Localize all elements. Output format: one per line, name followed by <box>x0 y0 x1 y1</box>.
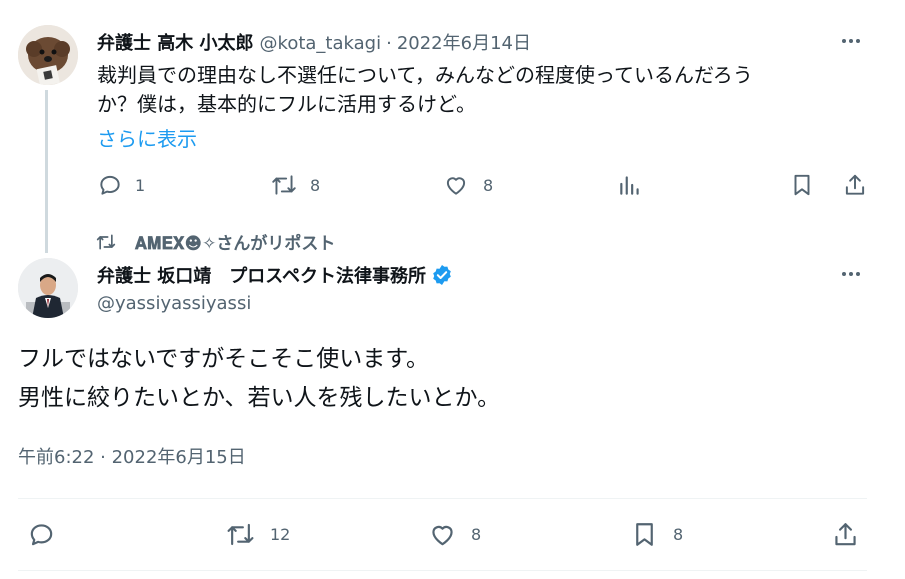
repost-banner-text[interactable]: 𝐀𝐌𝐄𝐗☻✧さんがリポスト <box>135 229 335 254</box>
repost-count: 12 <box>270 525 291 544</box>
like-icon <box>443 172 469 198</box>
share-button-1[interactable] <box>842 172 868 198</box>
tweet-timestamp[interactable]: 午前6:22 · 2022年6月15日 <box>18 443 246 469</box>
more-options-button-2[interactable] <box>842 272 860 276</box>
tweet-1-header: 弁護士 高木 小太郎 @kota_takagi · 2022年6月14日 <box>97 29 531 55</box>
tweet-1-text: 裁判員での理由なし不選任について，みんなどの程度使っているんだろう か？僕は，基… <box>97 61 753 119</box>
separator-dot: · <box>386 33 392 54</box>
more-icon-dot <box>849 39 853 43</box>
tweet-2-text: フルではないですがそこそこ使います。 男性に絞りたいとか、若い人を残したいとか。 <box>18 340 500 418</box>
like-button-1[interactable]: 8 <box>443 172 493 198</box>
avatar-kota-takagi[interactable] <box>18 25 78 85</box>
like-icon <box>428 520 457 549</box>
bookmark-icon <box>630 520 659 549</box>
more-options-button-1[interactable] <box>842 39 860 43</box>
bookmark-count: 8 <box>673 525 684 544</box>
like-count: 8 <box>483 175 494 195</box>
reply-icon <box>97 172 123 198</box>
author-handle[interactable]: @kota_takagi <box>260 33 382 54</box>
share-icon <box>842 172 868 198</box>
tweet-date[interactable]: 2022年6月14日 <box>397 29 531 55</box>
author-handle[interactable]: @yassiyassiyassi <box>97 293 251 314</box>
reply-icon <box>27 520 56 549</box>
repost-icon <box>270 172 298 198</box>
tweet-text-line: フルではないですがそこそこ使います。 <box>18 346 430 372</box>
tweet-2-header: 弁護士 坂口靖 プロスペクト法律事務所 <box>97 262 453 288</box>
bookmark-button-1[interactable] <box>789 172 815 198</box>
share-icon <box>831 520 860 549</box>
divider-top <box>18 498 867 499</box>
repost-count: 8 <box>310 175 321 195</box>
more-icon-dot <box>849 272 853 276</box>
show-more-link[interactable]: さらに表示 <box>97 123 197 152</box>
dog-avatar-image <box>18 25 78 85</box>
repost-banner: 𝐀𝐌𝐄𝐗☻✧さんがリポスト <box>95 229 335 254</box>
author-name[interactable]: 弁護士 高木 小太郎 <box>97 29 254 55</box>
repost-button-1[interactable]: 8 <box>270 172 320 198</box>
lawyer-avatar-image <box>18 258 78 318</box>
views-button-1[interactable] <box>617 172 643 198</box>
like-count: 8 <box>471 525 482 544</box>
reply-count: 1 <box>135 175 146 195</box>
author-name[interactable]: 弁護士 坂口靖 プロスペクト法律事務所 <box>97 262 426 288</box>
bookmark-icon <box>789 172 815 198</box>
more-icon-dot <box>856 39 860 43</box>
avatar-yassiyassiyassi[interactable] <box>18 258 78 318</box>
like-button-2[interactable]: 8 <box>428 520 481 549</box>
repost-button-2[interactable]: 12 <box>225 520 290 549</box>
verified-badge-icon <box>431 264 453 286</box>
more-icon-dot <box>842 39 846 43</box>
repost-banner-icon <box>95 232 117 252</box>
more-icon-dot <box>856 272 860 276</box>
reply-button-1[interactable]: 1 <box>97 172 145 198</box>
tweet-text-line: か？僕は，基本的にフルに活用するけど。 <box>97 92 476 116</box>
more-icon-dot <box>842 272 846 276</box>
reply-button-2[interactable] <box>27 520 56 549</box>
tweet-text-line: 裁判員での理由なし不選任について，みんなどの程度使っているんだろう <box>97 63 753 87</box>
views-icon <box>617 172 643 198</box>
repost-icon <box>225 520 256 549</box>
thread-line <box>45 90 48 253</box>
divider-bottom <box>18 570 867 571</box>
tweet-text-line: 男性に絞りたいとか、若い人を残したいとか。 <box>18 385 501 411</box>
bookmark-button-2[interactable]: 8 <box>630 520 683 549</box>
share-button-2[interactable] <box>831 520 860 549</box>
